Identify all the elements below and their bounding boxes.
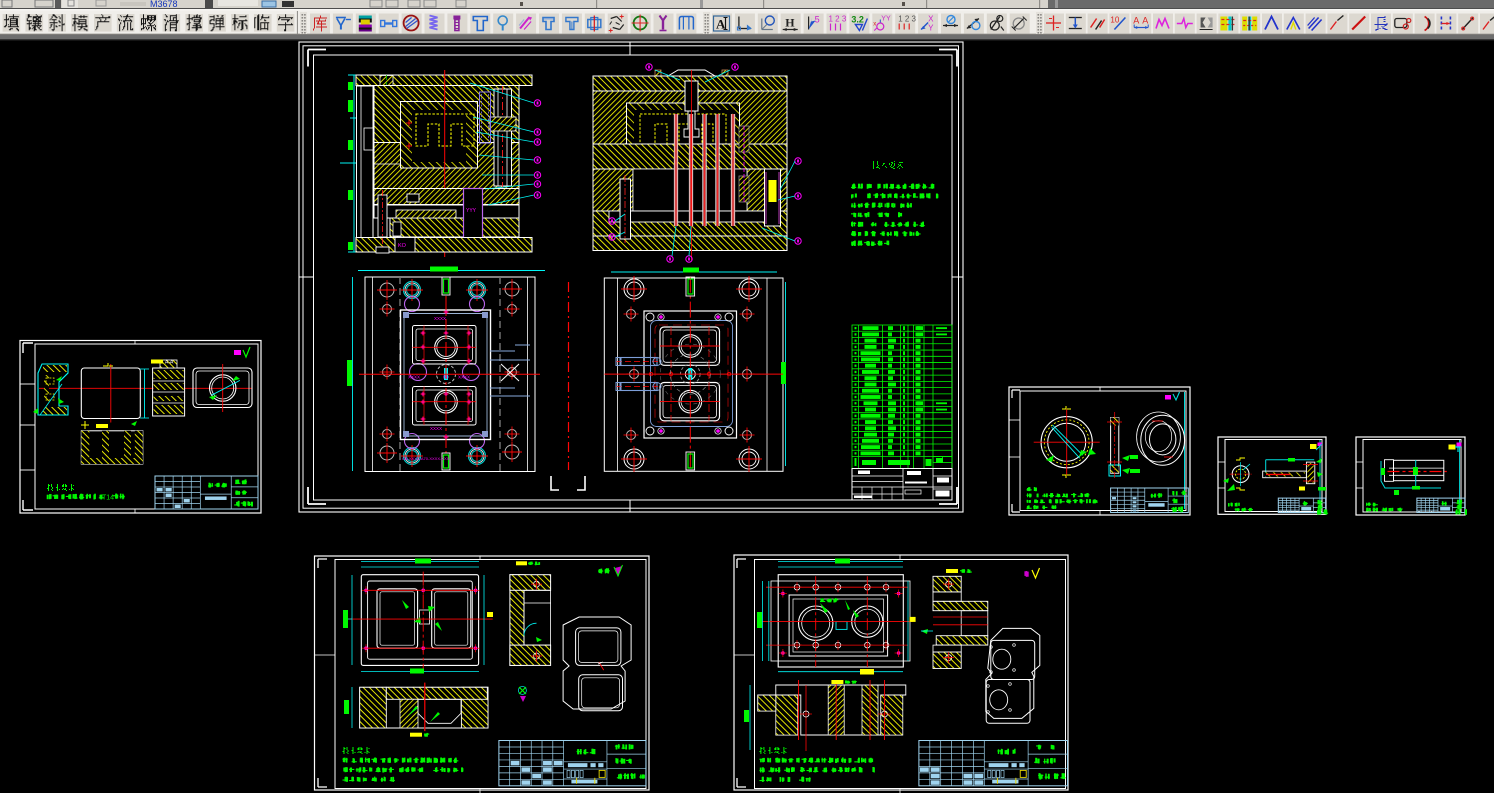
svg-text:M3678: M3678 — [150, 0, 178, 9]
svg-text:10: 10 — [1110, 16, 1119, 25]
svg-text:YYY: YYY — [466, 208, 477, 214]
svg-text:X: X — [928, 15, 934, 24]
svg-text:1 2 3: 1 2 3 — [829, 15, 847, 24]
svg-text:H: H — [785, 16, 795, 30]
svg-text:5: 5 — [815, 15, 820, 25]
svg-text:1 2 3: 1 2 3 — [898, 15, 916, 24]
svg-text:3.2: 3.2 — [851, 15, 864, 25]
svg-text:KO: KO — [398, 243, 407, 249]
svg-text:x: x — [873, 22, 876, 28]
svg-text:XXXX: XXXX — [430, 426, 442, 431]
svg-text:A: A — [1142, 16, 1148, 26]
svg-text:A: A — [1133, 16, 1139, 26]
svg-text:A-A: A-A — [165, 360, 174, 366]
svg-text:Y: Y — [928, 24, 934, 33]
svg-text:XXXX: XXXX — [408, 375, 420, 380]
svg-text:R0: R0 — [443, 375, 449, 380]
svg-text:IT14: IT14 — [100, 495, 114, 502]
svg-text:YY: YY — [881, 16, 891, 23]
svg-text:CB-XXXX-A70-XXXX-XXX: CB-XXXX-A70-XXXX-XXX — [402, 456, 450, 461]
svg-text:XXXX: XXXX — [434, 316, 446, 321]
svg-text:XXXX: XXXX — [458, 375, 470, 380]
